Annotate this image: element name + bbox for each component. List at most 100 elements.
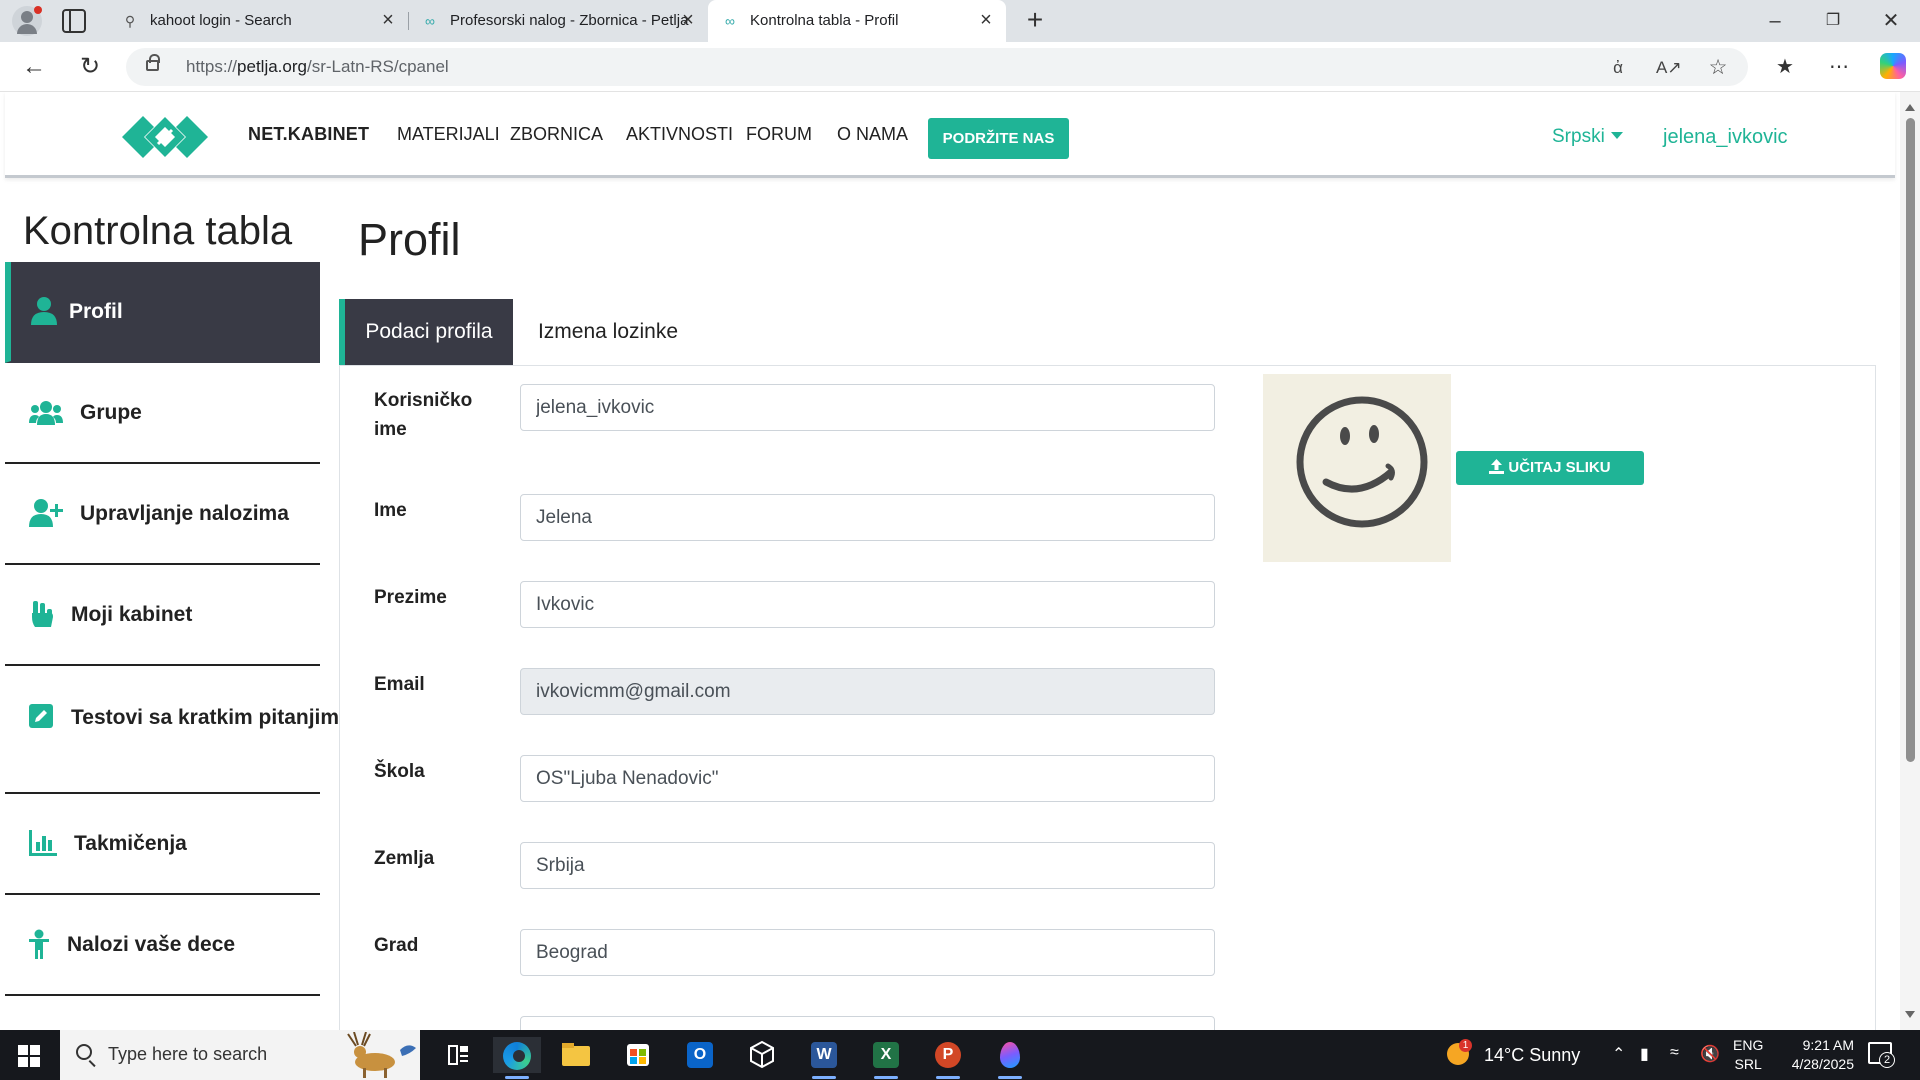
- file-explorer-icon[interactable]: [556, 1037, 596, 1073]
- weather-badge: 1: [1459, 1039, 1472, 1052]
- back-arrow-icon[interactable]: ←: [19, 52, 49, 82]
- edge-taskbar-icon[interactable]: [493, 1037, 541, 1079]
- volume-muted-icon[interactable]: 🔇: [1700, 1044, 1720, 1064]
- close-tab-icon[interactable]: ×: [678, 10, 698, 30]
- lock-icon[interactable]: [146, 54, 160, 71]
- notification-count: 2: [1879, 1052, 1895, 1068]
- taskbar-clock[interactable]: 9:21 AM 4/28/2025: [1772, 1036, 1854, 1074]
- school-input[interactable]: [520, 755, 1215, 802]
- tab-podaci-profila[interactable]: Podaci profila: [339, 299, 513, 365]
- scroll-thumb[interactable]: [1906, 118, 1915, 762]
- url-text[interactable]: https://petlja.org/sr-Latn-RS/cpanel: [186, 57, 449, 77]
- close-window-icon[interactable]: ✕: [1876, 8, 1906, 34]
- email-label: Email: [374, 674, 425, 695]
- browser-profile-icon[interactable]: [12, 6, 42, 36]
- sidebar-title: Kontrolna tabla: [23, 209, 293, 253]
- sidebar-item-upravljanje-nalozima[interactable]: Upravljanje nalozima: [5, 464, 320, 565]
- support-button[interactable]: PODRŽITE NAS: [928, 118, 1069, 159]
- school-label: Škola: [374, 761, 425, 782]
- task-view-icon[interactable]: [438, 1037, 478, 1073]
- country-label: Zemlja: [374, 848, 435, 869]
- sidebar-item-grupe[interactable]: Grupe: [5, 363, 320, 464]
- first-name-label: Ime: [374, 500, 407, 521]
- taskbar-search-box[interactable]: Type here to search: [60, 1030, 420, 1080]
- nav-zbornica[interactable]: ZBORNICA: [510, 124, 603, 145]
- username-label: Korisničko ime: [374, 390, 473, 440]
- profile-avatar: [1263, 374, 1451, 562]
- translate-icon[interactable]: ἀ: [1606, 56, 1630, 80]
- browser-tab-kontrolna-tabla[interactable]: ∞ Kontrolna tabla - Profil ×: [708, 0, 1006, 42]
- page-scrollbar[interactable]: [1900, 92, 1920, 1030]
- first-name-input[interactable]: [520, 494, 1215, 541]
- user-menu-link[interactable]: jelena_ivkovic: [1663, 126, 1788, 149]
- city-label: Grad: [374, 935, 419, 956]
- city-input[interactable]: [520, 929, 1215, 976]
- close-tab-icon[interactable]: ×: [378, 10, 398, 30]
- more-options-icon[interactable]: ⋯: [1824, 52, 1854, 82]
- petlja-icon: ∞: [425, 13, 435, 29]
- browser-tab-search[interactable]: ⚲ kahoot login - Search ×: [108, 0, 408, 42]
- nav-o-nama[interactable]: O NAMA: [837, 124, 908, 145]
- petlja-logo-icon[interactable]: [120, 114, 210, 160]
- country-input[interactable]: [520, 842, 1215, 889]
- cube-app-icon[interactable]: [742, 1037, 782, 1073]
- favorites-icon[interactable]: ★: [1770, 52, 1800, 82]
- sidebar-item-takmicenja[interactable]: Takmičenja: [5, 794, 320, 895]
- site-navbar: NET.KABINET MATERIJALI ZBORNICA AKTIVNOS…: [5, 92, 1895, 178]
- sidebar-item-moji-kabinet[interactable]: Moji kabinet: [5, 565, 320, 666]
- hand-icon: [32, 601, 53, 627]
- tab-izmena-lozinke[interactable]: Izmena lozinke: [533, 299, 683, 365]
- excel-icon[interactable]: X: [866, 1037, 906, 1079]
- sidebar-item-nalozi-dece[interactable]: Nalozi vaše dece: [5, 895, 320, 996]
- scroll-down-arrow-icon[interactable]: [1905, 1011, 1915, 1018]
- close-tab-icon[interactable]: ×: [976, 10, 996, 30]
- copilot-icon[interactable]: [1880, 53, 1906, 79]
- search-icon: ⚲: [124, 13, 136, 29]
- nav-forum[interactable]: FORUM: [746, 124, 812, 145]
- microsoft-store-icon[interactable]: [618, 1037, 658, 1073]
- nav-materijali[interactable]: MATERIJALI: [397, 124, 500, 145]
- powerpoint-icon[interactable]: P: [928, 1037, 968, 1079]
- tab-actions-icon[interactable]: [62, 9, 86, 33]
- weather-text[interactable]: 14°C Sunny: [1484, 1045, 1580, 1066]
- upload-image-button[interactable]: UČITAJ SLIKU: [1456, 451, 1644, 485]
- wifi-icon[interactable]: ≈: [1670, 1044, 1679, 1062]
- browser-tab-bar: ⚲ kahoot login - Search × ∞ Profesorski …: [0, 0, 1920, 42]
- users-icon: [29, 401, 63, 425]
- address-bar[interactable]: https://petlja.org/sr-Latn-RS/cpanel ἀ A…: [126, 48, 1748, 86]
- minimize-icon[interactable]: –: [1760, 8, 1790, 34]
- brand-link[interactable]: NET.KABINET: [248, 124, 369, 145]
- new-tab-button[interactable]: +: [1020, 6, 1050, 36]
- input-language-indicator[interactable]: ENG SRL: [1733, 1036, 1763, 1074]
- page-viewport: NET.KABINET MATERIJALI ZBORNICA AKTIVNOS…: [0, 92, 1920, 1030]
- browser-toolbar: ← ↻ https://petlja.org/sr-Latn-RS/cpanel…: [0, 42, 1920, 92]
- language-dropdown[interactable]: Srpski: [1552, 126, 1623, 148]
- word-icon[interactable]: W: [804, 1037, 844, 1079]
- outlook-icon[interactable]: O: [680, 1037, 720, 1073]
- upload-icon: [1489, 459, 1505, 474]
- scroll-up-arrow-icon[interactable]: [1905, 104, 1915, 111]
- read-aloud-icon[interactable]: A↗: [1656, 56, 1682, 80]
- petlja-icon: ∞: [725, 13, 735, 29]
- next-field-input-partial[interactable]: [520, 1016, 1215, 1030]
- user-icon: [31, 297, 57, 325]
- show-hidden-icons-chevron-icon[interactable]: ⌃: [1612, 1044, 1625, 1064]
- windows-taskbar: Type here to search O W X P 1 14°C Sunny…: [0, 1030, 1920, 1080]
- last-name-label: Prezime: [374, 587, 447, 608]
- page-title: Profil: [358, 214, 461, 265]
- refresh-icon[interactable]: ↻: [75, 52, 105, 82]
- restore-icon[interactable]: ❐: [1818, 8, 1848, 34]
- copilot-app-icon[interactable]: [990, 1037, 1030, 1079]
- favorite-star-icon[interactable]: ☆: [1706, 56, 1730, 80]
- nav-aktivnosti[interactable]: AKTIVNOSTI: [626, 124, 733, 145]
- sidebar-item-profil[interactable]: Profil: [5, 262, 320, 363]
- search-icon: [76, 1044, 92, 1060]
- windows-start-icon[interactable]: [18, 1045, 40, 1067]
- sidebar-item-testovi[interactable]: Testovi sa kratkim pitanjima: [5, 666, 351, 794]
- last-name-input[interactable]: [520, 581, 1215, 628]
- smiley-face-icon: [1296, 396, 1428, 528]
- username-input[interactable]: [520, 384, 1215, 431]
- browser-tab-zbornica[interactable]: ∞ Profesorski nalog - Zbornica - Petlja …: [408, 0, 708, 42]
- bar-chart-icon: [29, 830, 57, 856]
- battery-icon[interactable]: ▮: [1640, 1044, 1649, 1064]
